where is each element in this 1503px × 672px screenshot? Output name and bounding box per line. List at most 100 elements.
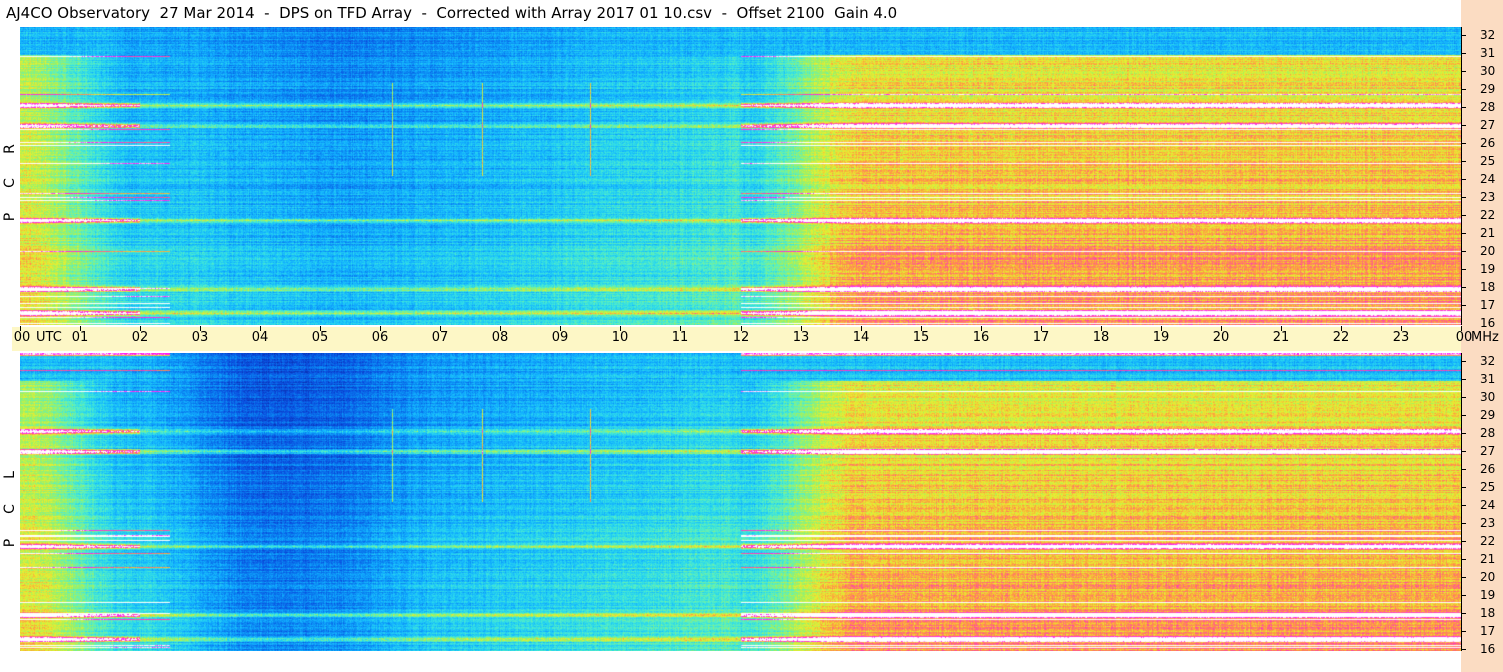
lcp-heatmap — [20, 353, 1461, 651]
frequency-tick-label: 32 — [1480, 28, 1496, 42]
frequency-tick-label: 19 — [1480, 588, 1496, 602]
frequency-tick-mark — [1461, 35, 1466, 36]
rcp-heatmap — [20, 27, 1461, 325]
utc-tick-label: 08 — [491, 330, 509, 345]
frequency-tick-mark — [1461, 143, 1466, 144]
frequency-tick-mark — [1461, 215, 1466, 216]
frequency-tick-label: 25 — [1480, 154, 1496, 168]
frequency-tick-mark — [1461, 269, 1466, 270]
frequency-tick-mark — [1461, 305, 1466, 306]
frequency-tick-mark — [1461, 379, 1466, 380]
utc-tick-label: 07 — [431, 330, 449, 345]
frequency-tick-label: 23 — [1480, 516, 1496, 530]
frequency-tick-label: 20 — [1480, 570, 1496, 584]
frequency-tick-mark — [1461, 233, 1466, 234]
polarization-letter: R — [2, 144, 18, 154]
frequency-tick-label: 24 — [1480, 498, 1496, 512]
polarization-letter: L — [2, 471, 18, 479]
utc-tick-label: 21 — [1272, 330, 1290, 345]
lcp-spectrogram-panel — [20, 353, 1461, 651]
frequency-tick-label: 20 — [1480, 244, 1496, 258]
utc-tick-label: 22 — [1332, 330, 1350, 345]
frequency-tick-mark — [1461, 523, 1466, 524]
utc-tick-label: 15 — [912, 330, 930, 345]
frequency-tick-label: 21 — [1480, 552, 1496, 566]
frequency-tick-mark — [1461, 487, 1466, 488]
frequency-tick-mark — [1461, 179, 1466, 180]
rcp-spectrogram-panel — [20, 27, 1461, 325]
utc-tick-label: 20 — [1212, 330, 1230, 345]
frequency-tick-label: 31 — [1480, 46, 1496, 60]
frequency-tick-mark — [1461, 505, 1466, 506]
frequency-tick-mark — [1461, 107, 1466, 108]
frequency-tick-label: 25 — [1480, 480, 1496, 494]
polarization-letter: C — [2, 178, 18, 188]
frequency-tick-label: 21 — [1480, 226, 1496, 240]
frequency-tick-mark — [1461, 613, 1466, 614]
frequency-tick-mark — [1461, 577, 1466, 578]
frequency-tick-mark — [1461, 469, 1466, 470]
utc-tick-label: 12 — [732, 330, 750, 345]
frequency-tick-label: 29 — [1480, 408, 1496, 422]
frequency-tick-mark — [1461, 251, 1466, 252]
utc-tick-label: 05 — [311, 330, 329, 345]
utc-tick-label: 13 — [792, 330, 810, 345]
utc-tick-label: 04 — [251, 330, 269, 345]
utc-tick-label: 16 — [972, 330, 990, 345]
frequency-tick-label: 19 — [1480, 262, 1496, 276]
frequency-tick-label: 18 — [1480, 606, 1496, 620]
frequency-tick-mark — [1461, 397, 1466, 398]
mhz-unit-label: MHz — [1471, 330, 1499, 345]
chart-title: AJ4CO Observatory 27 Mar 2014 - DPS on T… — [6, 4, 898, 22]
frequency-tick-label: 22 — [1480, 534, 1496, 548]
frequency-tick-mark — [1461, 197, 1466, 198]
frequency-tick-label: 29 — [1480, 82, 1496, 96]
frequency-tick-mark — [1461, 559, 1466, 560]
utc-tick-label: 18 — [1092, 330, 1110, 345]
frequency-tick-label: 27 — [1480, 444, 1496, 458]
frequency-tick-mark — [1461, 433, 1466, 434]
utc-tick-label: 14 — [852, 330, 870, 345]
utc-tick-label: 06 — [371, 330, 389, 345]
frequency-tick-label: 32 — [1480, 354, 1496, 368]
frequency-tick-label: 18 — [1480, 280, 1496, 294]
frequency-tick-label: 23 — [1480, 190, 1496, 204]
frequency-tick-mark — [1461, 361, 1466, 362]
frequency-tick-label: 30 — [1480, 64, 1496, 78]
frequency-tick-label: 24 — [1480, 172, 1496, 186]
frequency-tick-label: 17 — [1480, 298, 1496, 312]
frequency-tick-label: 17 — [1480, 624, 1496, 638]
utc-tick-label: 00 — [1455, 330, 1473, 345]
frequency-tick-mark — [1461, 53, 1466, 54]
frequency-tick-mark — [1461, 89, 1466, 90]
frequency-tick-label: 28 — [1480, 100, 1496, 114]
frequency-tick-label: 27 — [1480, 118, 1496, 132]
frequency-tick-mark — [1461, 287, 1466, 288]
frequency-tick-mark — [1461, 541, 1466, 542]
frequency-tick-mark — [1461, 595, 1466, 596]
frequency-tick-mark — [1461, 71, 1466, 72]
utc-tick-label: 19 — [1152, 330, 1170, 345]
frequency-tick-label: 16 — [1480, 642, 1496, 656]
frequency-tick-mark — [1461, 125, 1466, 126]
frequency-tick-mark — [1461, 161, 1466, 162]
frequency-tick-mark — [1461, 451, 1466, 452]
frequency-tick-mark — [1461, 649, 1466, 650]
polarization-letter: P — [2, 538, 18, 548]
polarization-letter: C — [2, 504, 18, 514]
frequency-tick-label: 16 — [1480, 316, 1496, 330]
frequency-tick-label: 28 — [1480, 426, 1496, 440]
frequency-tick-mark — [1461, 415, 1466, 416]
utc-tick-label: 09 — [551, 330, 569, 345]
utc-tick-label: 23 — [1392, 330, 1410, 345]
frequency-tick-mark — [1461, 631, 1466, 632]
polarization-letter: P — [2, 212, 18, 222]
utc-unit-label: UTC — [36, 330, 62, 345]
frequency-tick-label: 26 — [1480, 462, 1496, 476]
utc-tick-label: 11 — [671, 330, 689, 345]
utc-tick-label: 02 — [131, 330, 149, 345]
utc-tick-label: 03 — [191, 330, 209, 345]
frequency-tick-label: 31 — [1480, 372, 1496, 386]
utc-tick-label: 00 — [13, 330, 31, 345]
utc-tick-label: 10 — [611, 330, 629, 345]
